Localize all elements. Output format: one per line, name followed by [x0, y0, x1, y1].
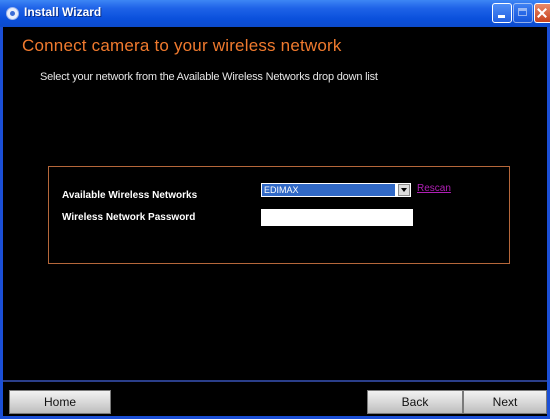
footer-divider	[3, 380, 547, 382]
networks-selected-value: EDIMAX	[262, 184, 395, 196]
password-label: Wireless Network Password	[62, 212, 196, 223]
page-heading: Connect camera to your wireless network	[22, 36, 342, 55]
home-button[interactable]: Home	[9, 390, 111, 414]
network-settings-panel: Available Wireless Networks EDIMAX Resca…	[48, 166, 510, 264]
install-wizard-window: Install Wizard Connect camera to your wi…	[0, 0, 550, 419]
next-button[interactable]: Next	[463, 390, 547, 414]
page-instruction: Select your network from the Available W…	[40, 71, 378, 83]
back-button[interactable]: Back	[367, 390, 463, 414]
wizard-app-icon	[6, 7, 19, 20]
networks-dropdown[interactable]: EDIMAX	[261, 183, 411, 197]
rescan-link[interactable]: Rescan	[417, 183, 451, 194]
minimize-button[interactable]	[492, 3, 512, 23]
chevron-down-icon[interactable]	[398, 184, 410, 196]
window-title: Install Wizard	[24, 5, 102, 19]
close-button[interactable]	[534, 3, 550, 23]
networks-label: Available Wireless Networks	[62, 190, 198, 201]
title-bar[interactable]: Install Wizard	[0, 0, 550, 27]
password-field[interactable]	[261, 209, 413, 226]
maximize-button	[513, 3, 533, 23]
